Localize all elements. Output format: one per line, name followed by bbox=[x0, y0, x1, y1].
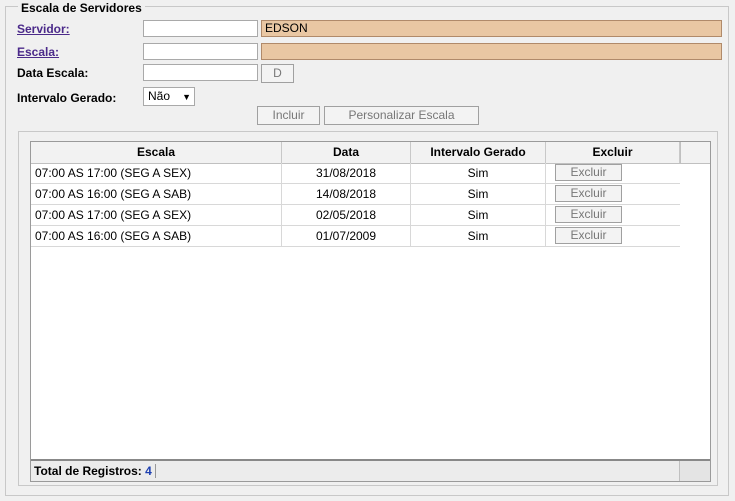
cell-intervalo: Sim bbox=[411, 184, 546, 204]
column-header-intervalo[interactable]: Intervalo Gerado bbox=[411, 142, 546, 163]
cell-data: 31/08/2018 bbox=[282, 163, 411, 183]
cell-escala: 07:00 AS 17:00 (SEG A SEX) bbox=[31, 163, 282, 183]
total-registros-count: 4 bbox=[145, 464, 152, 478]
column-header-escala[interactable]: Escala bbox=[31, 142, 282, 163]
escala-code-input[interactable] bbox=[143, 43, 258, 60]
scrollbar-header-stub bbox=[680, 142, 710, 163]
cell-escala: 07:00 AS 16:00 (SEG A SAB) bbox=[31, 226, 282, 246]
excluir-row-button[interactable]: Excluir bbox=[555, 185, 622, 202]
servidor-name-field: EDSON bbox=[261, 20, 722, 37]
intervalo-gerado-select[interactable]: Não ▼ bbox=[143, 87, 195, 106]
escala-label-link[interactable]: Escala: bbox=[17, 45, 59, 59]
cell-data: 01/07/2009 bbox=[282, 226, 411, 246]
grid-footer: Total de Registros: 4 bbox=[31, 459, 710, 481]
incluir-button[interactable]: Incluir bbox=[257, 106, 320, 125]
footer-scroll-stub bbox=[679, 461, 710, 481]
cell-intervalo: Sim bbox=[411, 226, 546, 246]
chevron-down-icon: ▼ bbox=[182, 92, 191, 102]
servidor-code-input[interactable] bbox=[143, 20, 258, 37]
fieldset-legend: Escala de Servidores bbox=[18, 2, 145, 14]
data-escala-input[interactable] bbox=[143, 64, 258, 81]
escala-desc-field bbox=[261, 43, 722, 60]
table-row[interactable]: 07:00 AS 16:00 (SEG A SAB) 14/08/2018 Si… bbox=[31, 184, 680, 205]
table-row[interactable]: 07:00 AS 16:00 (SEG A SAB) 01/07/2009 Si… bbox=[31, 226, 680, 247]
table-row[interactable]: 07:00 AS 17:00 (SEG A SEX) 31/08/2018 Si… bbox=[31, 163, 680, 184]
table-row[interactable]: 07:00 AS 17:00 (SEG A SEX) 02/05/2018 Si… bbox=[31, 205, 680, 226]
total-registros-label: Total de Registros: bbox=[34, 464, 142, 478]
escalas-grid: Escala Data Intervalo Gerado Excluir 07:… bbox=[30, 141, 711, 482]
excluir-row-button[interactable]: Excluir bbox=[555, 164, 622, 181]
cell-escala: 07:00 AS 16:00 (SEG A SAB) bbox=[31, 184, 282, 204]
data-escala-label: Data Escala: bbox=[17, 66, 89, 80]
personalizar-escala-button[interactable]: Personalizar Escala bbox=[324, 106, 479, 125]
cell-data: 02/05/2018 bbox=[282, 205, 411, 225]
column-header-data[interactable]: Data bbox=[282, 142, 411, 163]
intervalo-selected-value: Não bbox=[148, 89, 171, 103]
date-picker-button[interactable]: D bbox=[261, 64, 294, 83]
column-header-excluir[interactable]: Excluir bbox=[546, 142, 680, 163]
total-registros: Total de Registros: 4 bbox=[34, 464, 156, 478]
excluir-row-button[interactable]: Excluir bbox=[555, 206, 622, 223]
cell-escala: 07:00 AS 17:00 (SEG A SEX) bbox=[31, 205, 282, 225]
cell-intervalo: Sim bbox=[411, 205, 546, 225]
cell-data: 14/08/2018 bbox=[282, 184, 411, 204]
excluir-row-button[interactable]: Excluir bbox=[555, 227, 622, 244]
cell-intervalo: Sim bbox=[411, 163, 546, 183]
intervalo-gerado-label: Intervalo Gerado: bbox=[17, 91, 117, 105]
grid-header: Escala Data Intervalo Gerado Excluir bbox=[31, 142, 710, 164]
servidor-label-link[interactable]: Servidor: bbox=[17, 22, 70, 36]
